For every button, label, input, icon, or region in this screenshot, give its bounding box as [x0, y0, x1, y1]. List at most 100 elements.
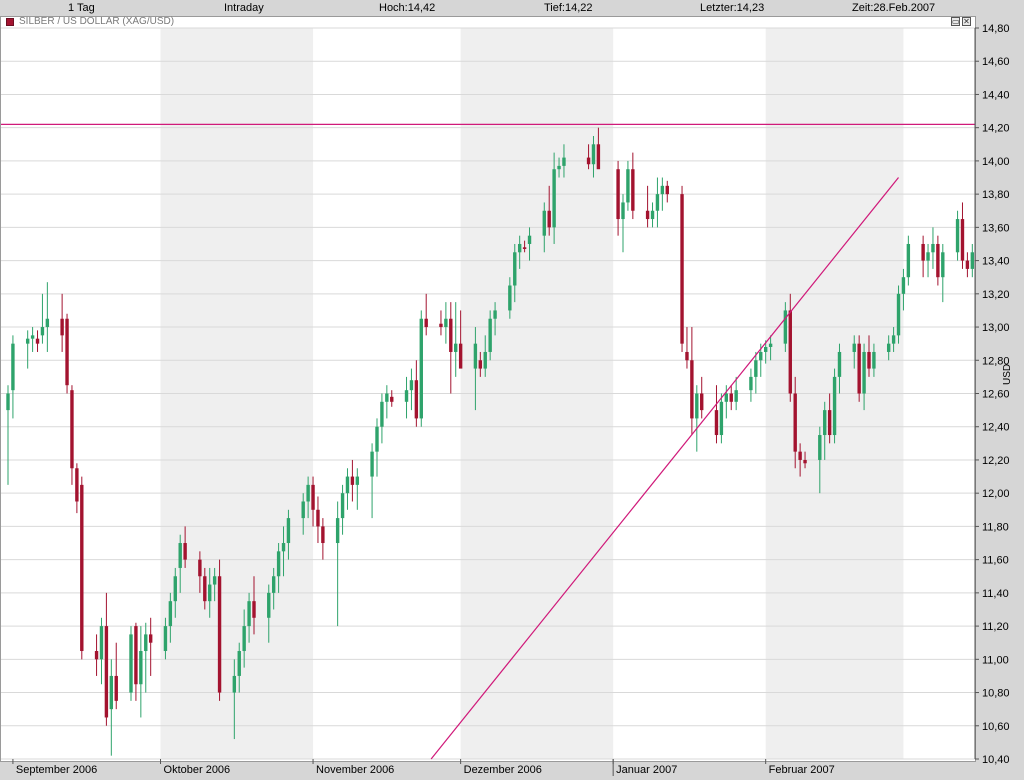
close-icon[interactable]: ✕ [962, 17, 971, 26]
candle-up [242, 626, 246, 652]
minimize-icon[interactable]: ▭ [951, 17, 960, 26]
candle-down [921, 243, 925, 261]
candle-down [252, 601, 256, 618]
candle-down [424, 318, 428, 328]
x-tick-label: Oktober 2006 [164, 764, 231, 776]
candle-up [168, 601, 173, 627]
candle-down [586, 157, 591, 165]
candle-down [690, 360, 694, 419]
candle-up [99, 626, 104, 660]
y-axis-unit-label: USD [1002, 363, 1013, 385]
candle-down [857, 343, 861, 394]
candle-down [596, 144, 601, 170]
candle-down [729, 393, 733, 402]
y-tick-label: 13,00 [982, 322, 1010, 334]
candle-down [311, 484, 315, 510]
candle-up [749, 376, 753, 391]
y-tick-label: 12,40 [982, 422, 1010, 434]
y-tick-label: 13,60 [982, 222, 1010, 234]
candle-up [552, 169, 556, 228]
candle-up [232, 675, 237, 693]
candle-up [483, 351, 487, 369]
candle-down [70, 390, 74, 469]
candle-up [818, 435, 822, 460]
y-tick-label: 14,80 [982, 23, 1010, 35]
candle-up [375, 426, 379, 452]
candle-up [837, 351, 842, 377]
candle-up [276, 551, 281, 577]
candle-down [680, 194, 684, 344]
candle-up [271, 576, 276, 593]
candle-up [517, 243, 522, 253]
y-tick-label: 11,80 [982, 521, 1009, 533]
candle-up [208, 584, 212, 602]
y-tick-label: 11,20 [982, 621, 1009, 633]
candle-down [114, 675, 118, 701]
candle-down [522, 247, 527, 249]
candle-down [65, 318, 69, 386]
y-tick-label: 12,20 [982, 455, 1010, 467]
candle-down [148, 634, 153, 643]
candle-down [350, 476, 355, 485]
candle-down [217, 576, 222, 693]
candle-up [891, 335, 896, 344]
candle-down [616, 169, 620, 220]
candle-up [178, 543, 182, 568]
candle-down [203, 576, 207, 602]
candle-up [247, 601, 251, 627]
y-tick-label: 11,00 [982, 654, 1009, 666]
candle-up [955, 219, 960, 253]
candle-up [768, 343, 773, 347]
candle-up [380, 401, 384, 427]
candle-down [316, 509, 320, 527]
candle-up [173, 576, 177, 602]
candle-up [621, 202, 625, 220]
candle-down [700, 393, 704, 411]
candle-down [965, 260, 970, 269]
candle-up [626, 169, 630, 203]
candle-up [409, 380, 414, 391]
candle-up [370, 451, 374, 477]
candle-down [439, 323, 443, 328]
candle-up [286, 518, 291, 544]
candle-up [513, 252, 517, 286]
candle-up [444, 318, 448, 328]
candle-down [94, 651, 99, 660]
y-tick-label: 14,20 [982, 123, 1010, 135]
candle-up [508, 285, 512, 311]
y-tick-label: 10,40 [982, 754, 1010, 766]
y-tick-label: 10,80 [982, 688, 1010, 700]
candle-up [941, 252, 945, 278]
candle-up [335, 518, 340, 544]
y-tick-label: 14,60 [982, 56, 1010, 68]
candle-down [798, 451, 802, 460]
candle-up [473, 343, 478, 369]
candle-up [754, 360, 758, 377]
y-tick-label: 12,60 [982, 389, 1010, 401]
candle-down [134, 626, 138, 685]
candle-up [144, 634, 148, 652]
candle-down [458, 343, 463, 369]
candle-up [306, 484, 310, 502]
candle-up [759, 351, 763, 361]
candle-up [11, 343, 15, 391]
candle-up [385, 393, 389, 402]
candle-up [129, 634, 133, 693]
y-tick-label: 10,60 [982, 721, 1010, 733]
chart-title: SILBER / US DOLLAR (XAG/USD) [19, 16, 175, 27]
candle-up [40, 327, 45, 336]
candle-up [650, 210, 655, 220]
candle-up [139, 651, 143, 685]
y-tick-label: 11,60 [982, 555, 1009, 567]
candle-up [488, 318, 492, 352]
candle-up [281, 543, 286, 552]
x-tick-label: Januar 2007 [616, 764, 677, 776]
candle-up [25, 338, 30, 344]
x-tick-label: Dezember 2006 [464, 764, 542, 776]
candle-down [867, 351, 871, 369]
candle-down [60, 318, 64, 336]
candle-up [454, 343, 458, 352]
candle-down [414, 380, 419, 419]
candle-up [355, 476, 360, 485]
candle-up [493, 310, 497, 319]
